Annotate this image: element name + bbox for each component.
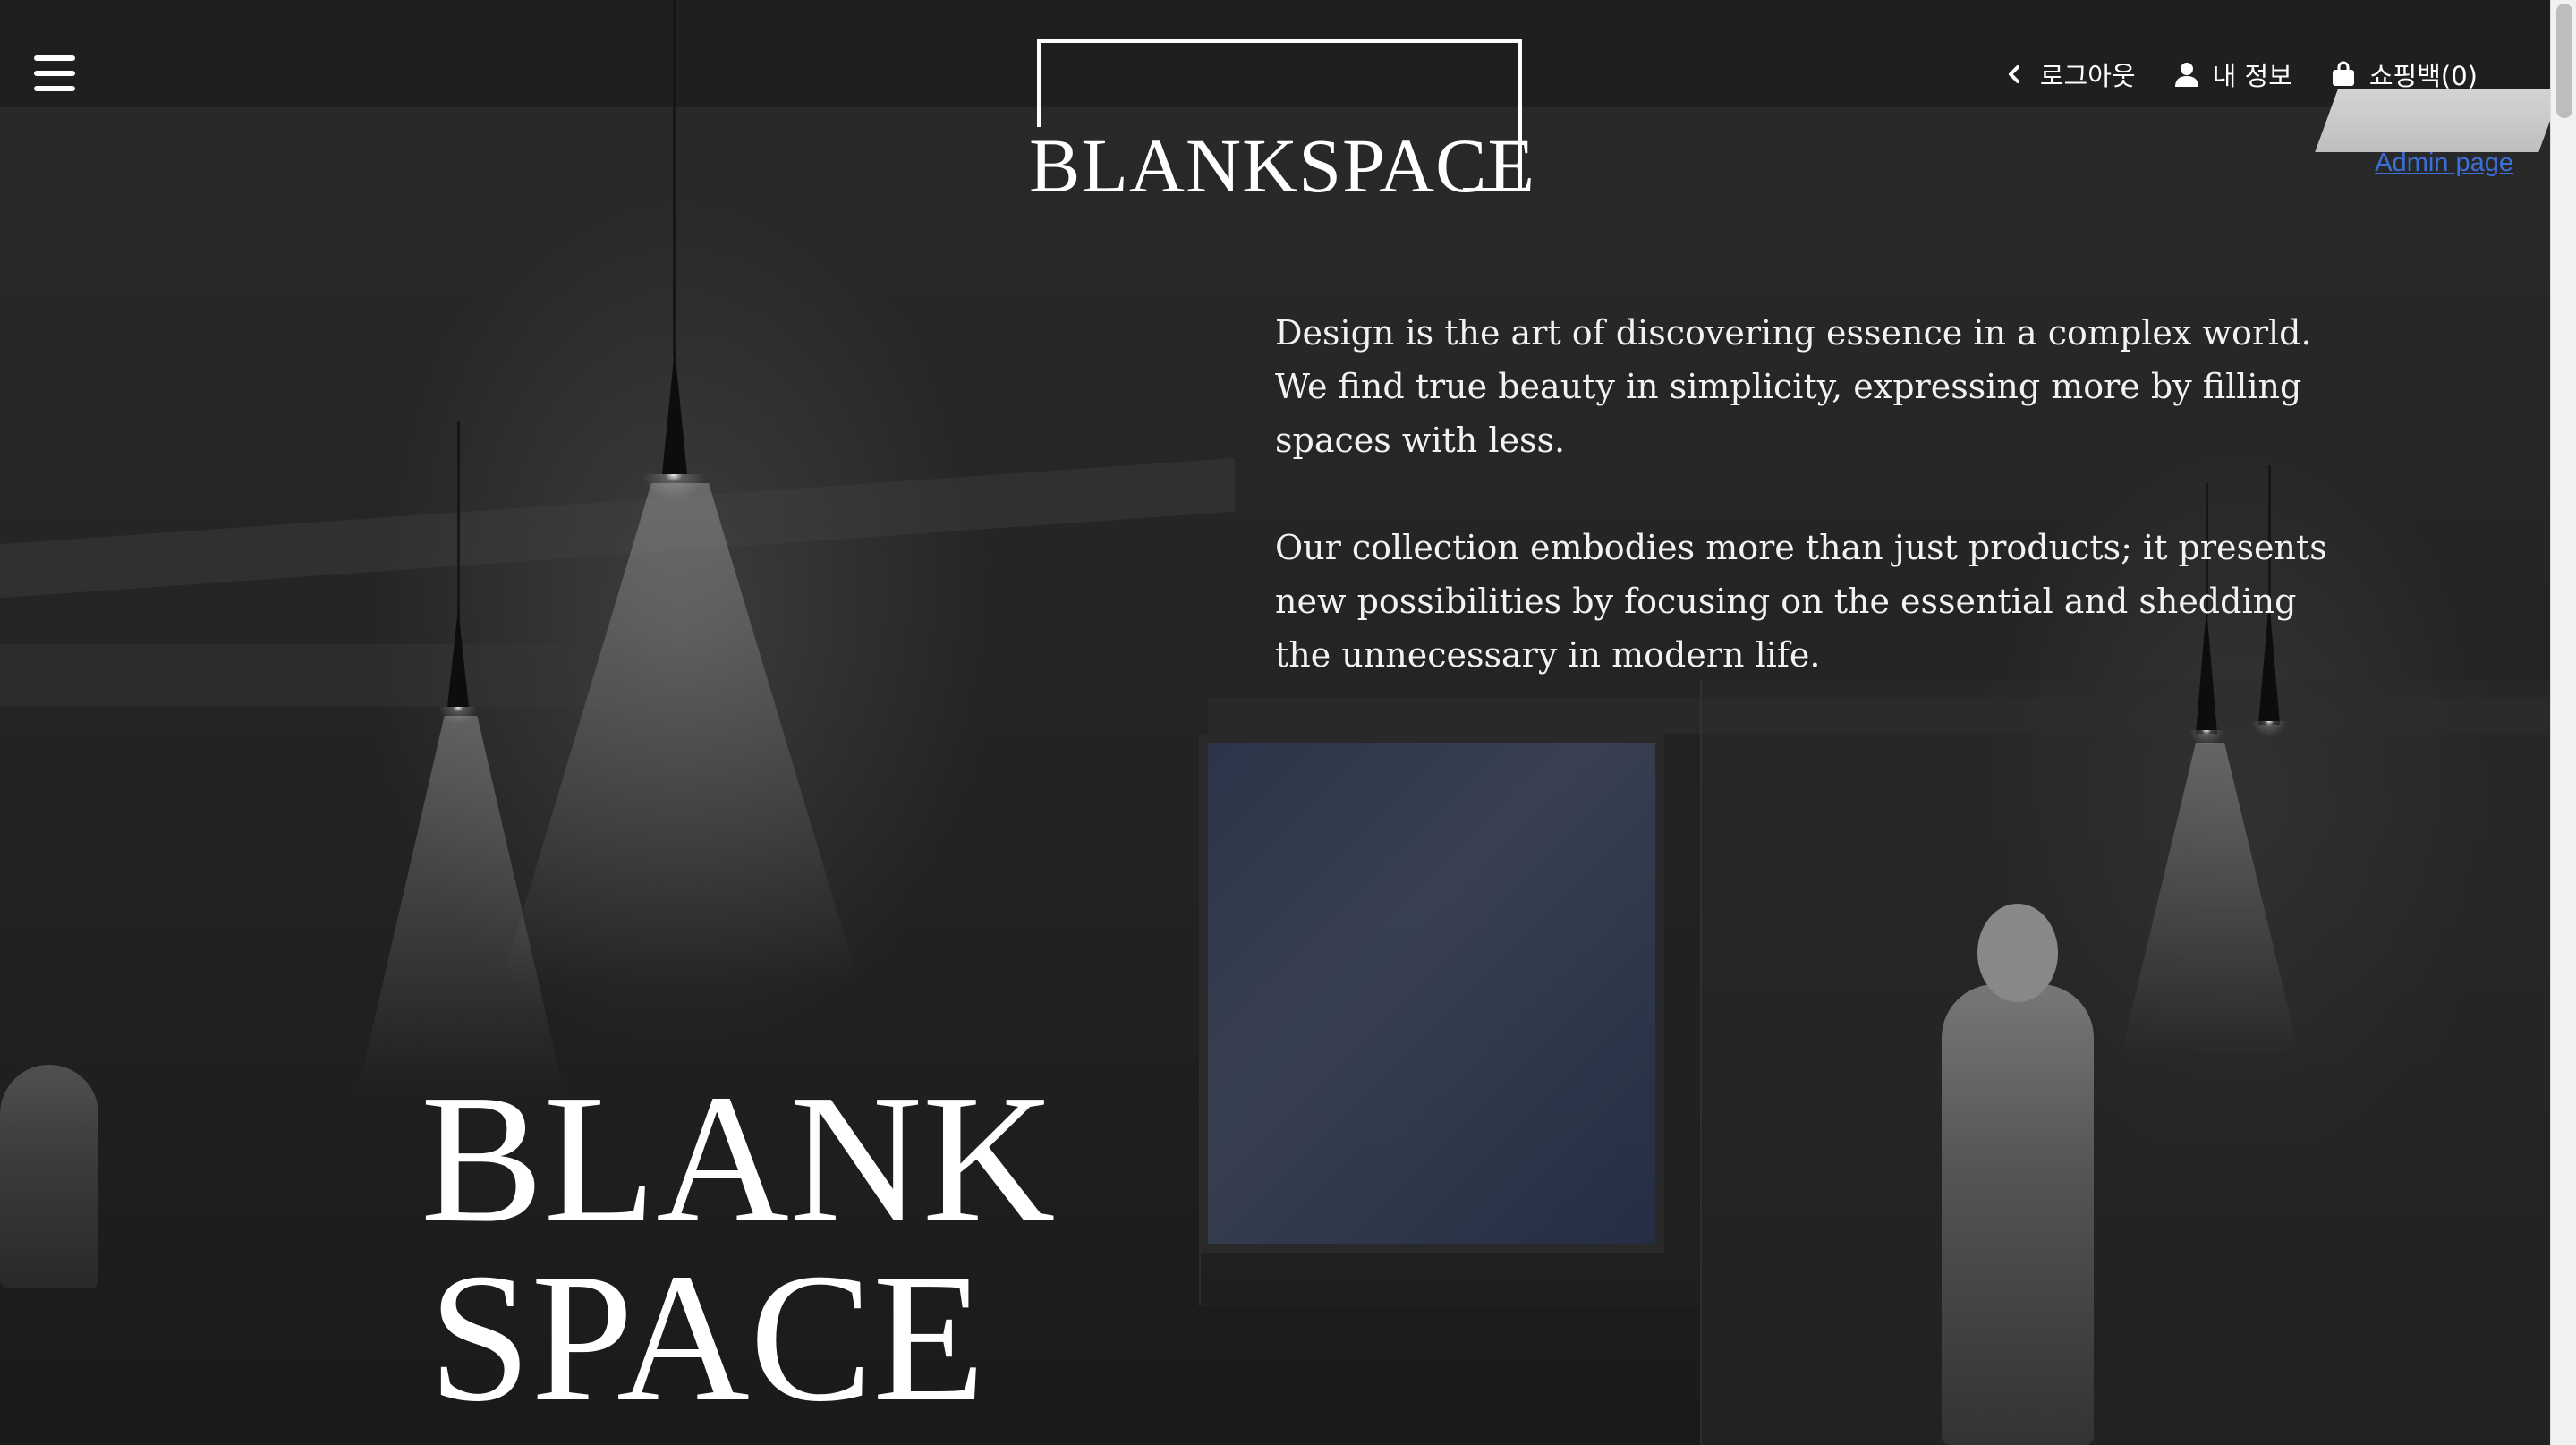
intro-paragraph-1: Design is the art of discovering essence… [1275,313,2312,460]
shopping-bag-icon [2332,61,2354,86]
admin-page-link[interactable]: Admin page [2375,149,2513,178]
logout-label: 로그아웃 [2039,61,2136,91]
scrollbar[interactable] [2550,0,2576,1445]
top-navigation: 로그아웃 내 정보 쇼핑백(0) [2001,55,2478,93]
hero-title-line-2: SPACE [428,1235,986,1440]
chevron-left-icon [2008,65,2019,83]
my-info-label: 내 정보 [2212,61,2292,91]
intro-text: Design is the art of discovering essence… [1275,306,2331,735]
page: BLANKSPACE 로그아웃 내 정보 쇼핑백(0) Admin page D… [0,0,2576,1445]
intro-paragraph-2: Our collection embodies more than just p… [1275,528,2327,675]
hero-title-line-1: BLANK [421,1056,1056,1261]
user-icon [2174,63,2198,87]
my-info-link[interactable]: 내 정보 [2173,55,2292,93]
menu-button[interactable] [34,55,75,91]
shopping-bag-label: 쇼핑백(0) [2368,61,2478,91]
logo-text: BLANKSPACE [1029,123,1535,208]
shopping-bag-link[interactable]: 쇼핑백(0) [2330,55,2478,93]
logo[interactable]: BLANKSPACE [1029,38,1535,204]
hero-title: BLANK SPACE [421,1056,1056,1440]
hamburger-menu-icon [34,55,75,61]
logout-link[interactable]: 로그아웃 [2001,55,2136,93]
scrollbar-thumb[interactable] [2556,4,2572,118]
